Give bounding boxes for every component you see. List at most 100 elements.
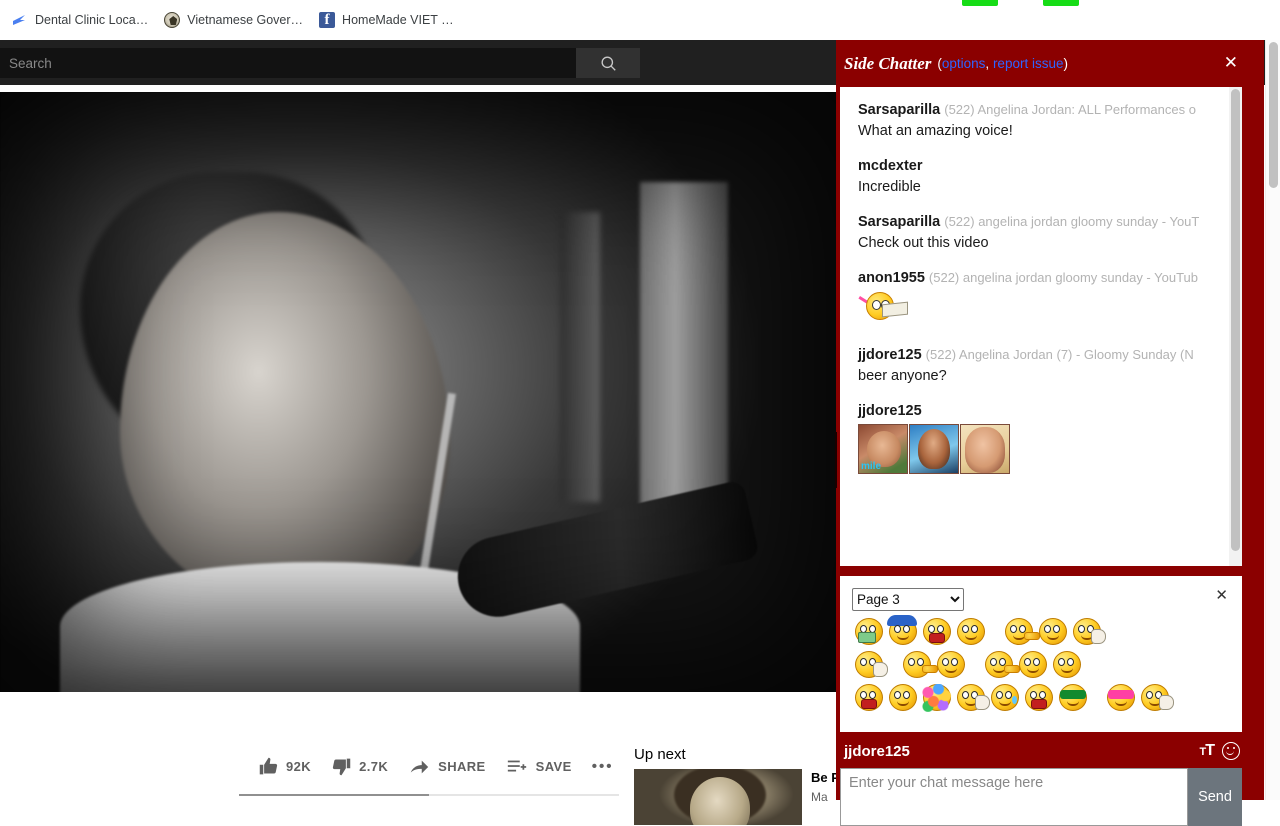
dislike-button[interactable]: 2.7K	[321, 747, 398, 787]
avatar-blue-background-woman	[909, 424, 959, 474]
panel-title: Side Chatter	[844, 54, 931, 74]
seal-icon	[164, 12, 180, 28]
money-mouth-emoticon[interactable]	[852, 616, 886, 648]
top-green-badge-1	[962, 0, 998, 6]
report-issue-link[interactable]: report issue	[993, 56, 1064, 71]
chat-message: Sarsaparilla (522) angelina jordan gloomy…	[858, 213, 1242, 251]
close-icon[interactable]: ✕	[1224, 54, 1238, 71]
message-author[interactable]: Sarsaparilla	[858, 102, 940, 118]
search-bar	[0, 48, 640, 78]
share-icon	[408, 756, 430, 778]
emoticon-picker: Page 1Page 2Page 3Page 4Page 5 ✕	[840, 576, 1242, 732]
chat-compose-area: jjdore125 TT Send	[836, 732, 1264, 826]
page-scrollbar[interactable]	[1265, 40, 1280, 800]
pink-sunglasses-emoticon[interactable]	[1104, 682, 1138, 714]
close-icon[interactable]: ✕	[1215, 588, 1228, 603]
share-button[interactable]: SHARE	[398, 747, 496, 787]
like-button[interactable]: 92K	[248, 747, 321, 787]
bookmark-bar: Dental Clinic Loca… Vietnamese Gover… f …	[0, 0, 1280, 40]
waving-emoticon[interactable]	[954, 682, 988, 714]
bookmark-label: HomeMade VIET F…	[342, 13, 458, 27]
search-icon	[599, 54, 618, 73]
share-label: SHARE	[438, 759, 486, 774]
facebook-icon: f	[319, 12, 335, 28]
chat-panel-header: Side Chatter (options, report issue) ✕	[836, 40, 1264, 87]
bookmark-dental-clinic[interactable]: Dental Clinic Loca…	[4, 6, 156, 34]
message-context: (522) angelina jordan gloomy sunday - Yo…	[944, 214, 1199, 229]
sleepy-emoticon[interactable]	[886, 682, 920, 714]
text-format-icon[interactable]: TT	[1199, 743, 1214, 759]
search-input[interactable]	[0, 48, 576, 78]
chat-message: jjdore125 (522) Angelina Jordan (7) - Glo…	[858, 346, 1242, 384]
video-player[interactable]	[0, 92, 840, 692]
smiley-icon[interactable]	[1222, 742, 1240, 760]
save-button[interactable]: SAVE	[496, 747, 582, 787]
search-button[interactable]	[576, 48, 640, 78]
message-author[interactable]: jjdore125	[858, 347, 922, 363]
chat-message: Sarsaparilla (522) Angelina Jordan: ALL P…	[858, 101, 1242, 139]
finger-up-laugh-emoticon[interactable]	[1002, 616, 1036, 648]
message-context: (522) Angelina Jordan (7) - Gloomy Sunda…	[926, 347, 1194, 362]
monocle-emoticon[interactable]	[988, 682, 1022, 714]
save-label: SAVE	[536, 759, 572, 774]
side-chatter-panel: Side Chatter (options, report issue) ✕ S…	[836, 40, 1264, 800]
message-context: (522) Angelina Jordan: ALL Performances …	[944, 102, 1196, 117]
message-body: Incredible	[858, 179, 1242, 195]
avatar-winking-woman: mile	[858, 424, 908, 474]
shouting-emoticon[interactable]	[920, 616, 954, 648]
flowers-emoticon[interactable]	[920, 682, 954, 714]
scrollbar-thumb[interactable]	[1269, 42, 1278, 188]
message-author[interactable]: anon1955	[858, 270, 925, 286]
paren-close: )	[1063, 56, 1068, 71]
chat-message: jjdore125 mile	[858, 402, 1242, 474]
chat-message-log[interactable]: Sarsaparilla (522) Angelina Jordan: ALL P…	[840, 87, 1242, 566]
top-green-badge-2	[1043, 0, 1079, 6]
sunglasses-emoticon[interactable]	[1056, 682, 1090, 714]
hat-grin-emoticon[interactable]	[886, 616, 920, 648]
message-body: What an amazing voice!	[858, 123, 1242, 139]
plain-smile-emoticon[interactable]	[954, 616, 988, 648]
video-vignette	[0, 92, 840, 692]
message-author[interactable]: jjdore125	[858, 403, 922, 419]
up-next-item[interactable]: Be Pe Ma	[620, 769, 840, 825]
up-next-heading: Up next	[620, 738, 840, 769]
emoticon-page-select[interactable]: Page 1Page 2Page 3Page 4Page 5	[852, 588, 964, 611]
writing-emoticon[interactable]	[852, 649, 886, 681]
bookmark-vietnamese-gov[interactable]: Vietnamese Gover…	[156, 6, 311, 34]
writing-emoticon	[858, 291, 910, 323]
message-emoticon	[858, 291, 1242, 328]
save-icon	[506, 756, 528, 778]
video-progress-bar[interactable]	[239, 794, 619, 796]
big-smile-emoticon[interactable]	[934, 649, 968, 681]
compose-icon-group: TT	[1199, 742, 1240, 760]
message-body: beer anyone?	[858, 368, 1242, 384]
up-next-thumbnail[interactable]	[634, 769, 802, 825]
links-comma: ,	[985, 56, 993, 71]
partial-emoticon[interactable]	[1050, 649, 1084, 681]
scared-emoticon[interactable]	[852, 682, 886, 714]
message-author[interactable]: mcdexter	[858, 158, 922, 174]
message-author[interactable]: Sarsaparilla	[858, 214, 940, 230]
pointing-laugh-emoticon[interactable]	[982, 649, 1016, 681]
video-action-row: 92K 2.7K SHARE SAVE ••	[0, 733, 620, 800]
up-next-section: Up next Be Pe Ma	[620, 738, 840, 800]
more-actions-button[interactable]: •••	[582, 747, 624, 787]
sly-handout-emoticon[interactable]	[1070, 616, 1104, 648]
options-link[interactable]: options	[942, 56, 986, 71]
emoticon-row	[852, 648, 1242, 681]
peeking-emoticon[interactable]	[900, 649, 934, 681]
chat-log-scrollbar[interactable]	[1229, 87, 1242, 566]
shouting-side-emoticon[interactable]	[1022, 682, 1056, 714]
chat-message: anon1955(522) angelina jordan gloomy sun…	[858, 269, 1242, 328]
high-five-emoticon[interactable]	[1138, 682, 1172, 714]
send-button[interactable]: Send	[1188, 768, 1242, 826]
message-avatars: mile	[858, 424, 1242, 474]
avatar-glamour-woman	[960, 424, 1010, 474]
chat-message-input[interactable]	[840, 768, 1188, 826]
bookmark-homemade-viet[interactable]: f HomeMade VIET F…	[311, 6, 466, 34]
lying-down-emoticon[interactable]	[1016, 649, 1050, 681]
emoticon-grid	[852, 615, 1242, 714]
up-next-meta: Be Pe Ma	[802, 769, 840, 825]
angry-emoticon[interactable]	[1036, 616, 1070, 648]
bookmark-label: Vietnamese Gover…	[187, 13, 303, 27]
